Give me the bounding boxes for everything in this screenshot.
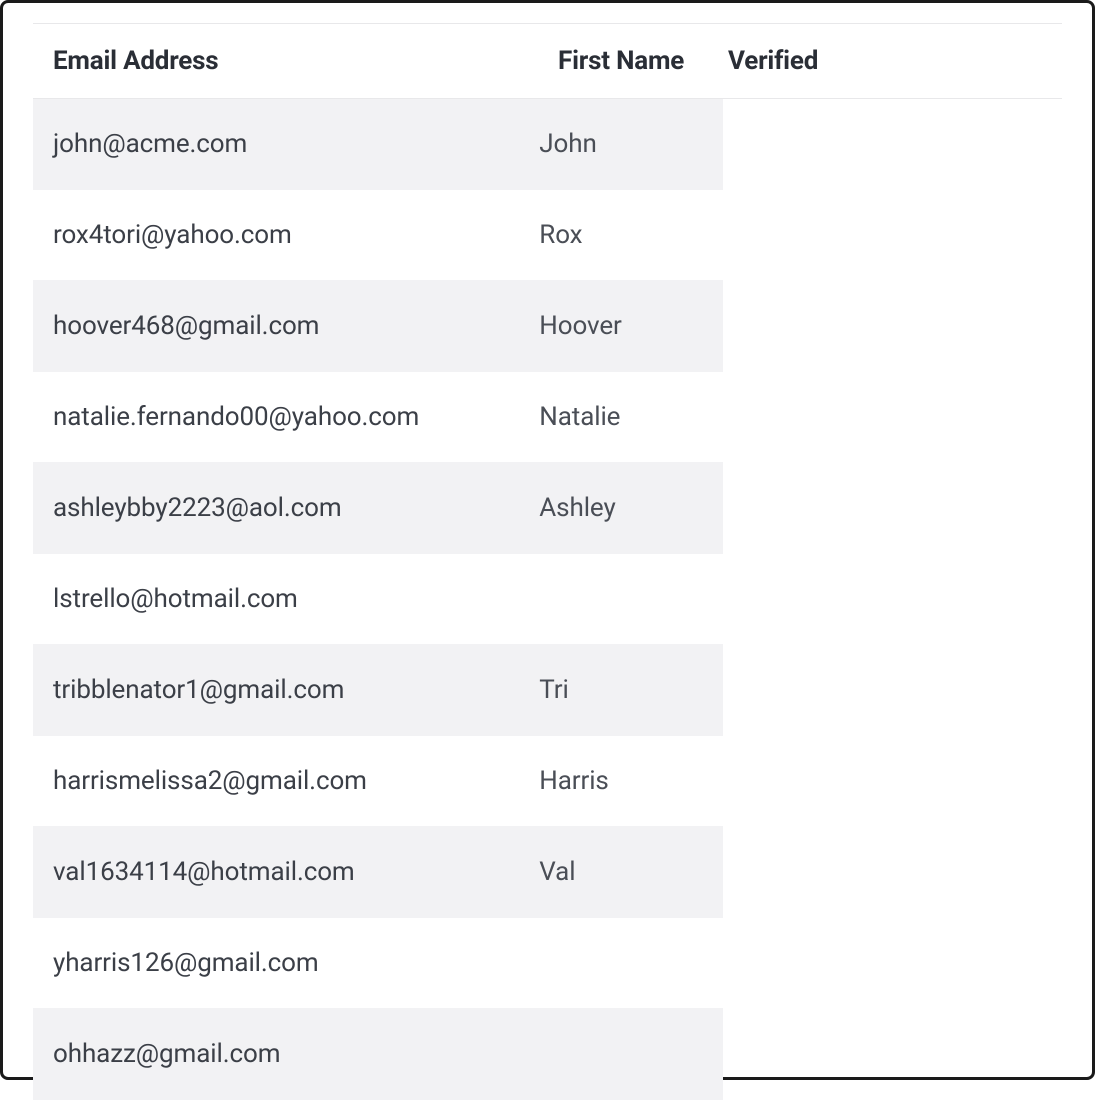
- column-header-first-name[interactable]: First Name: [558, 46, 728, 76]
- cell-first-name: Ashley: [539, 493, 703, 523]
- table-row[interactable]: tribblenator1@gmail.com Tri: [33, 645, 723, 736]
- table-row[interactable]: rox4tori@yahoo.com Rox: [33, 190, 723, 281]
- table-row[interactable]: lstrello@hotmail.com: [33, 554, 723, 645]
- cell-email: ashleybby2223@aol.com: [53, 493, 539, 523]
- table-row[interactable]: john@acme.com John: [33, 99, 723, 190]
- column-header-email[interactable]: Email Address: [53, 46, 558, 76]
- cell-email: hoover468@gmail.com: [53, 311, 539, 341]
- cell-email: lstrello@hotmail.com: [53, 584, 539, 614]
- column-header-verified[interactable]: Verified: [728, 46, 818, 76]
- cell-first-name: Tri: [539, 675, 703, 705]
- cell-email: val1634114@hotmail.com: [53, 857, 539, 887]
- cell-email: harrismelissa2@gmail.com: [53, 766, 539, 796]
- cell-first-name: Natalie: [539, 402, 703, 432]
- table-row[interactable]: yharris126@gmail.com: [33, 918, 723, 1009]
- cell-email: ohhazz@gmail.com: [53, 1039, 539, 1069]
- table-row[interactable]: val1634114@hotmail.com Val: [33, 827, 723, 918]
- table-row[interactable]: harrismelissa2@gmail.com Harris: [33, 736, 723, 827]
- table-row[interactable]: natalie.fernando00@yahoo.com Natalie: [33, 372, 723, 463]
- table-header-row: Email Address First Name Verified: [33, 23, 1062, 99]
- cell-first-name: Rox: [539, 220, 703, 250]
- cell-first-name: Val: [539, 857, 703, 887]
- cell-first-name: Harris: [539, 766, 703, 796]
- cell-email: john@acme.com: [53, 129, 539, 159]
- cell-first-name: John: [539, 129, 703, 159]
- table-row[interactable]: ohhazz@gmail.com: [33, 1009, 723, 1100]
- cell-email: yharris126@gmail.com: [53, 948, 539, 978]
- table-row[interactable]: ashleybby2223@aol.com Ashley: [33, 463, 723, 554]
- contacts-table: Email Address First Name Verified john@a…: [33, 23, 1062, 1100]
- cell-email: rox4tori@yahoo.com: [53, 220, 539, 250]
- table-row[interactable]: hoover468@gmail.com Hoover: [33, 281, 723, 372]
- cell-first-name: Hoover: [539, 311, 703, 341]
- cell-email: natalie.fernando00@yahoo.com: [53, 402, 539, 432]
- cell-email: tribblenator1@gmail.com: [53, 675, 539, 705]
